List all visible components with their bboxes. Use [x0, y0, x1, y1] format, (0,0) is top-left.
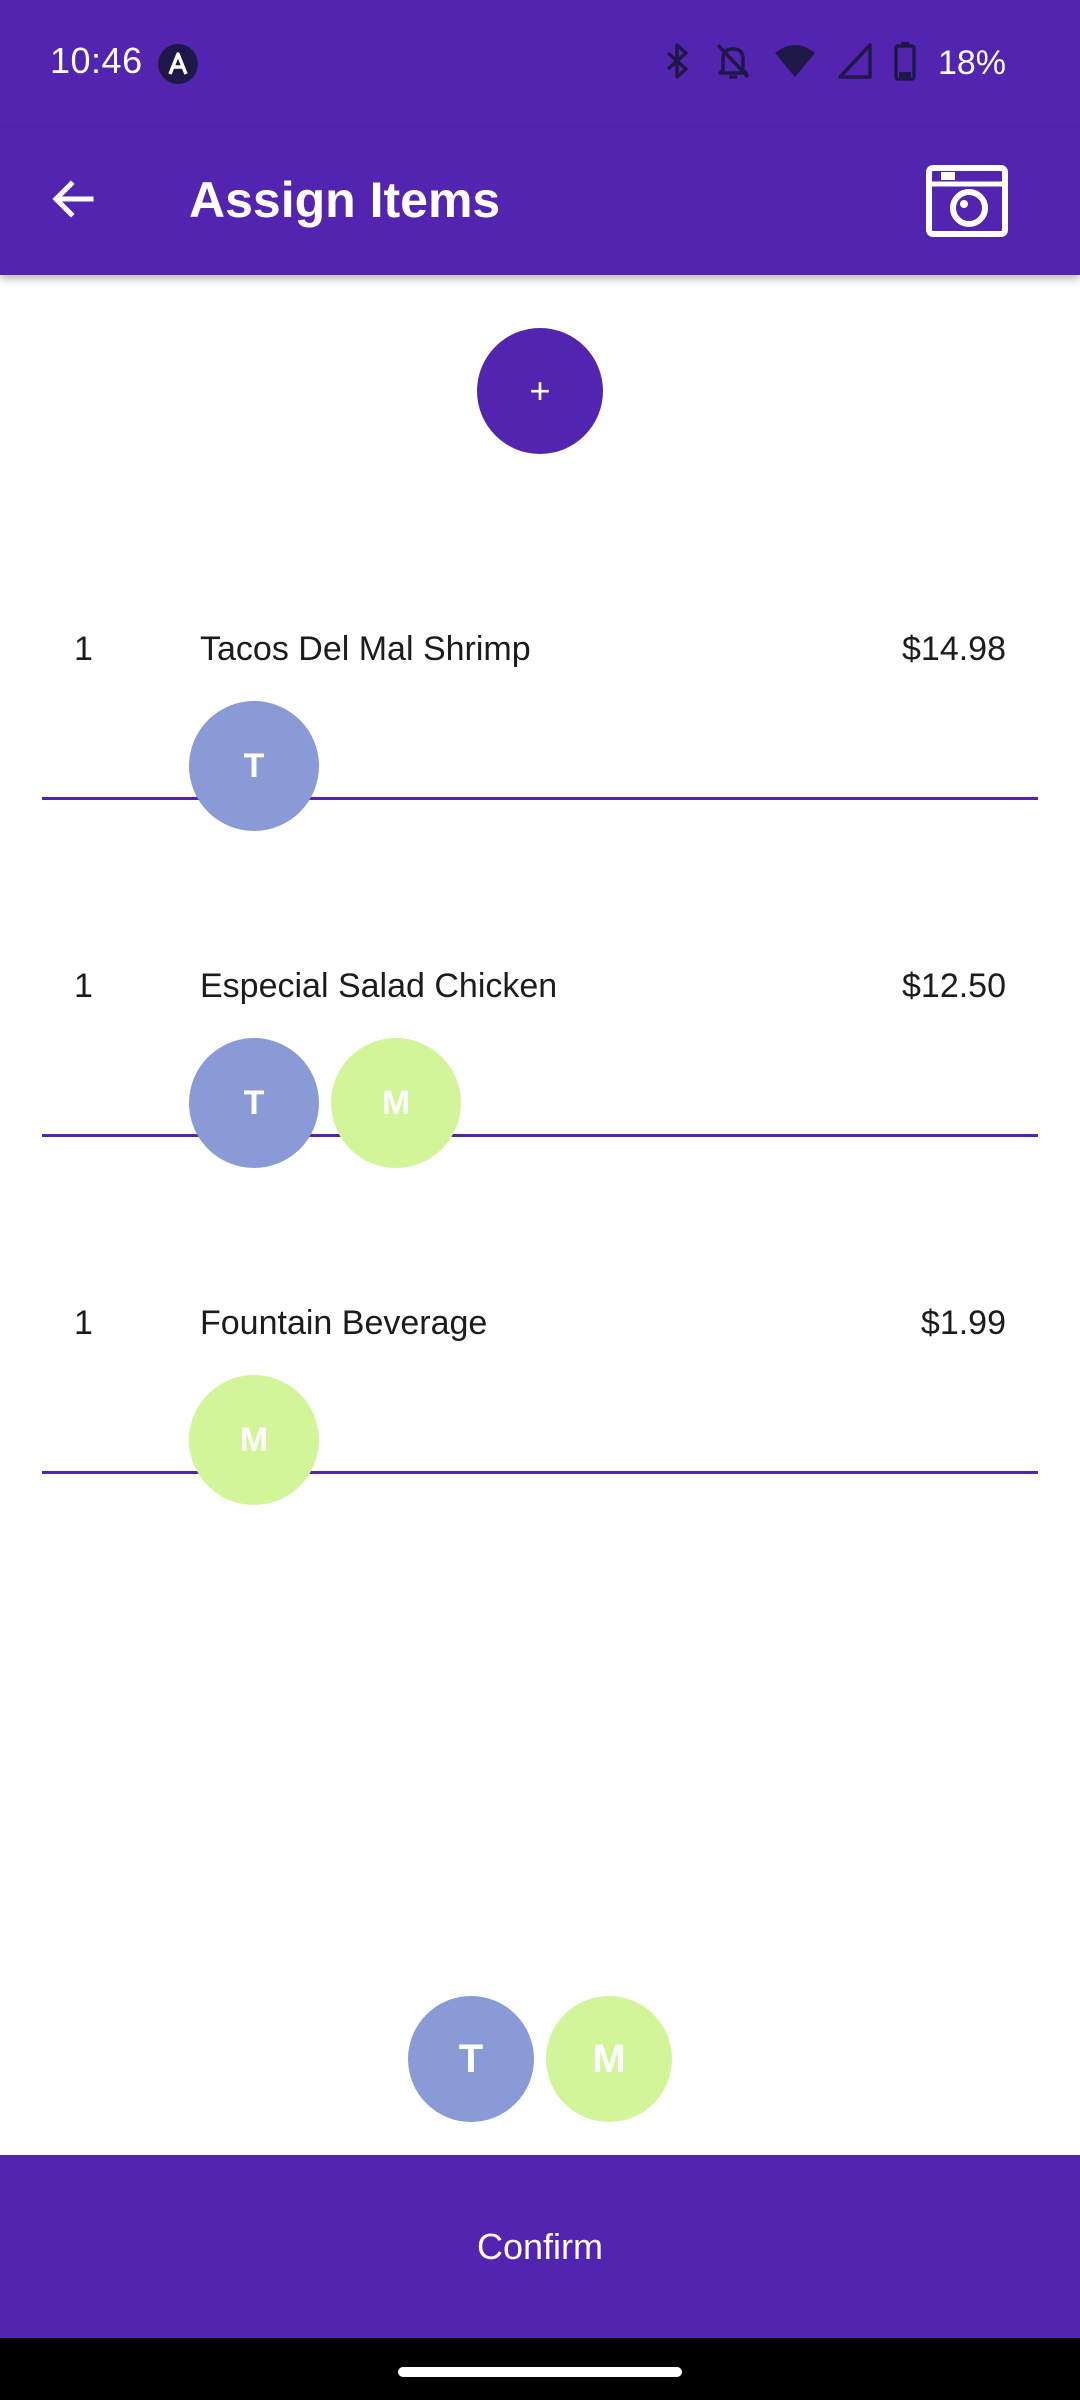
- camera-button[interactable]: [925, 164, 1009, 238]
- assignee-avatar-m[interactable]: M: [331, 1038, 461, 1168]
- status-time: 10:46: [50, 40, 143, 81]
- item-quantity: 1: [74, 1304, 93, 1342]
- item-quantity: 1: [74, 967, 93, 1005]
- home-indicator[interactable]: [398, 2367, 682, 2377]
- item-name: Tacos Del Mal Shrimp: [200, 630, 531, 668]
- people-selector: T M: [408, 1996, 672, 2122]
- status-bar: 10:46 18%: [0, 0, 1080, 128]
- cellular-signal-icon: [838, 42, 872, 84]
- item-row[interactable]: 1 Fountain Beverage $1.99 M: [42, 1252, 1038, 1505]
- item-assignees: M: [189, 1375, 319, 1505]
- bell-off-icon: [714, 41, 752, 86]
- assignee-avatar-t[interactable]: T: [189, 1038, 319, 1168]
- battery-icon: [894, 41, 916, 86]
- confirm-button[interactable]: Confirm: [0, 2155, 1080, 2338]
- item-name: Fountain Beverage: [200, 1304, 488, 1342]
- add-item-button[interactable]: +: [477, 328, 603, 454]
- item-assignees: T: [189, 701, 319, 831]
- item-price: $1.99: [920, 1304, 1006, 1342]
- item-assignees: T M: [189, 1038, 461, 1168]
- assignee-avatar-m[interactable]: M: [189, 1375, 319, 1505]
- battery-percentage: 18%: [937, 43, 1006, 82]
- item-quantity: 1: [74, 630, 93, 668]
- item-row[interactable]: 1 Especial Salad Chicken $12.50 T M: [42, 915, 1038, 1168]
- status-icons: 18%: [662, 40, 1006, 86]
- wifi-icon: [774, 43, 816, 84]
- app-bar: Assign Items: [0, 128, 1080, 275]
- item-price: $12.50: [902, 967, 1006, 1005]
- arrow-left-icon: [49, 175, 97, 228]
- item-price: $14.98: [902, 630, 1006, 668]
- assignee-avatar-t[interactable]: T: [189, 701, 319, 831]
- person-avatar-t[interactable]: T: [408, 1996, 534, 2122]
- page-title: Assign Items: [189, 172, 501, 228]
- back-button[interactable]: [40, 168, 106, 234]
- item-row[interactable]: 1 Tacos Del Mal Shrimp $14.98 T: [42, 578, 1038, 831]
- camera-icon: [925, 165, 1009, 242]
- person-avatar-m[interactable]: M: [546, 1996, 672, 2122]
- bluetooth-icon: [662, 41, 692, 86]
- app-notification-icon: [158, 44, 198, 84]
- item-name: Especial Salad Chicken: [200, 967, 558, 1005]
